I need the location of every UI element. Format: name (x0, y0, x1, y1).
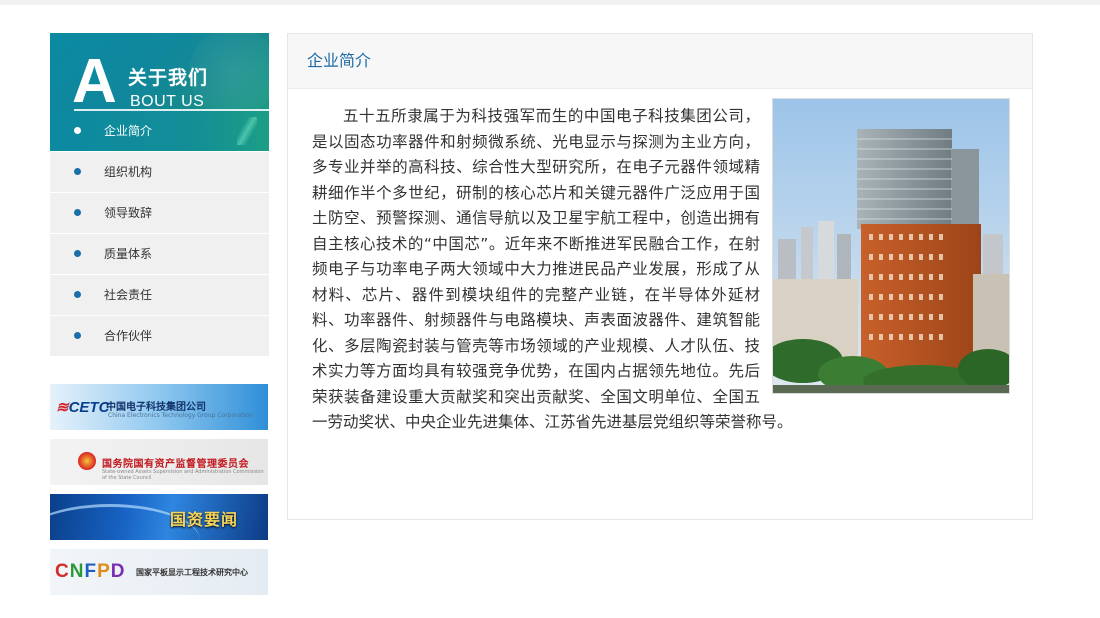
sidebar-item-label: 企业简介 (104, 124, 153, 138)
sasac-link-banner[interactable]: 国务院国有资产监督管理委员会 State-owned Assets Superv… (50, 439, 268, 485)
about-title-cn: 关于我们 (128, 67, 209, 89)
news-banner-text: 国资要闻 (169, 510, 238, 529)
sidebar-item-social-responsibility[interactable]: 社会责任 (50, 275, 269, 316)
cetc-logo: ≋CETC (56, 399, 110, 416)
sidebar-item-label: 组织机构 (104, 165, 153, 179)
sidebar-item-partners[interactable]: 合作伙伴 (50, 316, 269, 357)
sidebar-menu: 企业简介 组织机构 领导致辞 质量体系 社会责任 合作伙伴 (50, 111, 269, 357)
bullet-icon (74, 291, 81, 298)
bullet-icon (74, 168, 81, 175)
about-big-letter: A (72, 47, 117, 112)
bullet-icon (74, 250, 81, 257)
sidebar-item-company-profile[interactable]: 企业简介 (50, 111, 269, 152)
about-us-banner: A 关于我们 BOUT US (50, 33, 269, 111)
cnfpd-logo: CNFPD (55, 561, 126, 582)
page-title: 企业简介 (307, 51, 372, 70)
sidebar-item-quality-system[interactable]: 质量体系 (50, 234, 269, 275)
company-profile-text: 五十五所隶属于为科技强军而生的中国电子科技集团公司，是以固态功率器件和射频微系统… (312, 104, 1012, 436)
national-emblem-icon (78, 452, 96, 470)
bullet-icon (74, 127, 81, 134)
bullet-icon (74, 332, 81, 339)
top-divider (0, 0, 1100, 5)
cnfpd-link-banner[interactable]: CNFPD 国家平板显示工程技术研究中心 (50, 549, 268, 595)
active-highlight-decoration (237, 117, 257, 145)
bullet-icon (74, 209, 81, 216)
panel-header: 企业简介 (288, 34, 1032, 89)
photo-spacer (772, 104, 1012, 400)
cnfpd-name: 国家平板显示工程技术研究中心 (136, 568, 248, 577)
external-links: ≋CETC 中国电子科技集团公司 China Electronics Techn… (50, 384, 268, 604)
sidebar-item-label: 社会责任 (104, 288, 153, 302)
sasac-name: 国务院国有资产监督管理委员会 (102, 459, 249, 470)
cetc-link-banner[interactable]: ≋CETC 中国电子科技集团公司 China Electronics Techn… (50, 384, 268, 430)
content-panel: 企业简介 五十五所隶属于为科技强军而生的中国电子科技集团公司，是以固态功率器件和… (287, 33, 1033, 520)
cetc-subtitle: China Electronics Technology Group Corpo… (108, 412, 253, 419)
sidebar-item-leadership-message[interactable]: 领导致辞 (50, 193, 269, 234)
cetc-name: 中国电子科技集团公司 (106, 402, 206, 413)
sasac-news-link-banner[interactable]: 国资要闻 (50, 494, 268, 540)
sidebar-item-label: 质量体系 (104, 247, 153, 261)
sidebar: A 关于我们 BOUT US 企业简介 组织机构 领导致辞 质量体系 社会责任 … (50, 33, 269, 357)
sasac-subtitle: State-owned Assets Supervision and Admin… (102, 469, 264, 481)
sidebar-item-label: 领导致辞 (104, 206, 153, 220)
sidebar-item-organization[interactable]: 组织机构 (50, 152, 269, 193)
sidebar-item-label: 合作伙伴 (104, 329, 153, 343)
